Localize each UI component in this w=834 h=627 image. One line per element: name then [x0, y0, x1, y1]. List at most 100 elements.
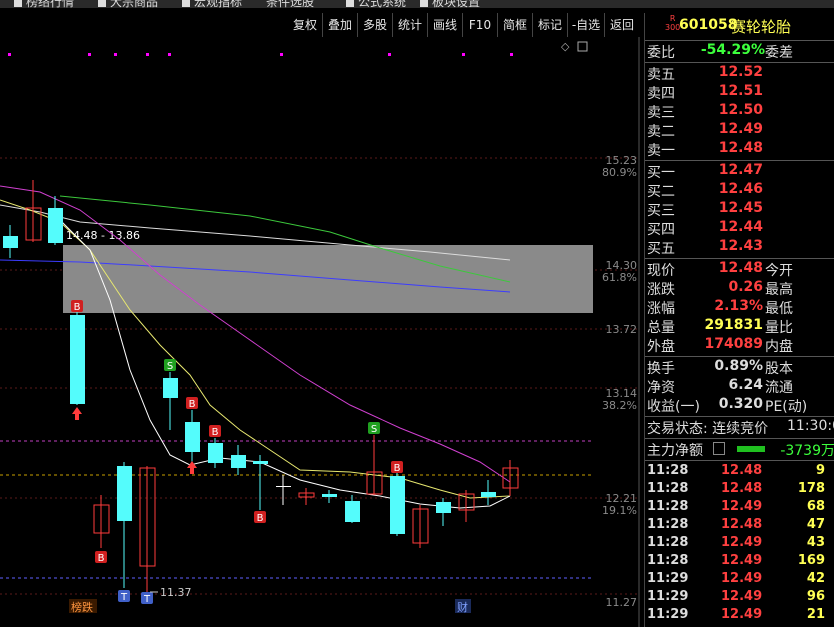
svg-text:S: S: [371, 424, 377, 435]
buy-marker[interactable]: B: [391, 461, 403, 474]
toolbar-button-fuquan[interactable]: 复权: [288, 13, 323, 37]
diamond-icon[interactable]: ◇: [561, 40, 570, 53]
svg-text:B: B: [394, 463, 401, 474]
signal-dot: [280, 53, 283, 56]
candle: [48, 208, 63, 243]
menu-item-1[interactable]: 大宗商品: [98, 0, 158, 8]
menu-item-4[interactable]: 公式系统: [346, 0, 406, 8]
stat-row: 换手 0.89% 股本: [647, 358, 793, 377]
toolbar-button-jiankuang[interactable]: 简框: [498, 13, 533, 37]
svg-text:榜跌: 榜跌: [71, 600, 93, 614]
candle: [276, 486, 291, 487]
bid-row[interactable]: 买四 12.44: [645, 219, 834, 238]
ask-row[interactable]: 卖五 12.52: [645, 64, 834, 83]
tick-row: 11:28 12.49 169: [647, 553, 825, 568]
price-axis-label: 11.27: [606, 596, 638, 609]
divider: [645, 160, 834, 161]
toolbar-button-huaxian[interactable]: 画线: [428, 13, 463, 37]
toolbar-button-fanhui[interactable]: 返回: [605, 13, 639, 37]
menu-item-3[interactable]: 条件选股: [266, 0, 314, 8]
ask-row[interactable]: 卖二 12.49: [645, 121, 834, 140]
candle: [163, 378, 178, 398]
bid-row[interactable]: 买二 12.46: [645, 181, 834, 200]
candle: [3, 236, 18, 248]
divider: [645, 356, 834, 357]
stat-row: 总量 291831 量比: [647, 317, 793, 336]
menu-icon: [98, 0, 106, 7]
net-bar: [737, 446, 765, 452]
tick-row: 11:28 12.48 178: [647, 481, 825, 496]
t-marker[interactable]: T: [118, 590, 130, 603]
quote-header: R 300 601058 赛轮轮胎: [645, 13, 834, 39]
ask-row[interactable]: 卖四 12.51: [645, 83, 834, 102]
ask-row[interactable]: 卖一 12.48: [645, 140, 834, 159]
bid-row[interactable]: 买一 12.47: [645, 162, 834, 181]
maximize-icon[interactable]: [577, 41, 588, 52]
stat-row: 涨幅 2.13% 最低: [647, 298, 793, 317]
svg-text:S: S: [167, 361, 173, 372]
stat-row: 涨跌 0.26 最高: [647, 279, 793, 298]
t-marker[interactable]: T: [141, 592, 153, 605]
signal-dot: [88, 53, 91, 56]
candle: [231, 455, 246, 468]
bid-row[interactable]: 买五 12.43: [645, 238, 834, 257]
svg-text:B: B: [74, 302, 81, 313]
ask-row[interactable]: 卖三 12.50: [645, 102, 834, 121]
signal-dot: [146, 53, 149, 56]
stat-row: 净资 6.24 流通: [647, 377, 793, 396]
zone-range-label: 14.48 - 13.86: [66, 229, 140, 242]
toolbar-button-tongji[interactable]: 统计: [393, 13, 428, 37]
stat-row: 收益(一) 0.320 PE(动): [647, 396, 808, 415]
weibi-row: 委比 -54.29% 委差: [647, 42, 793, 61]
sell-marker[interactable]: S: [368, 422, 380, 435]
chart-toolbar: 复权 叠加 多股 统计 画线 F10 简框 标记 -自选 返回: [0, 13, 640, 37]
pct-axis-label: 61.8%: [602, 271, 637, 284]
tick-row: 11:28 12.48 9: [647, 463, 825, 478]
divider: [645, 258, 834, 259]
divider: [645, 438, 834, 439]
toolbar-button-diejia[interactable]: 叠加: [323, 13, 358, 37]
svg-text:B: B: [189, 399, 196, 410]
buy-marker[interactable]: B: [95, 551, 107, 564]
pct-axis-label: 38.2%: [602, 399, 637, 412]
signal-dot: [388, 53, 391, 56]
buy-marker[interactable]: B: [186, 397, 198, 410]
buy-marker[interactable]: B: [254, 511, 266, 524]
tick-row: 11:29 12.49 21: [647, 607, 825, 622]
stock-code: 601058: [679, 17, 738, 33]
buy-marker[interactable]: B: [209, 425, 221, 438]
price-zone: [63, 245, 593, 313]
candle: [481, 492, 496, 497]
stat-row: 现价 12.48 今开: [647, 260, 793, 279]
candle: [185, 422, 200, 452]
signal-dot: [8, 53, 11, 56]
candle: [70, 315, 85, 404]
divider: [645, 40, 834, 41]
tag-bangdie[interactable]: 榜跌: [69, 599, 97, 614]
divider: [645, 416, 834, 417]
tag-cai[interactable]: 财: [455, 599, 471, 614]
tick-row: 11:28 12.49 68: [647, 499, 825, 514]
kline-chart[interactable]: ◇ 14.48 - 13.86 B B B B B B S S T T 11.3…: [0, 37, 640, 627]
sell-marker[interactable]: S: [164, 359, 176, 372]
quote-panel: R 300 601058 赛轮轮胎 委比 -54.29% 委差 卖五 12.52 …: [644, 13, 834, 627]
candle: [322, 494, 337, 497]
toolbar-button-zixuan[interactable]: -自选: [568, 13, 605, 37]
signal-dot: [510, 53, 513, 56]
menu-icon: [14, 0, 22, 7]
bid-row[interactable]: 买三 12.45: [645, 200, 834, 219]
tick-row: 11:29 12.49 42: [647, 571, 825, 586]
toolbar-button-duogu[interactable]: 多股: [358, 13, 393, 37]
menu-icon: [420, 0, 428, 7]
stock-name[interactable]: 赛轮轮胎: [731, 16, 791, 37]
menu-item-2[interactable]: 宏观指标: [182, 0, 242, 8]
menu-item-0[interactable]: 榜络行情: [14, 0, 74, 8]
toolbar-button-f10[interactable]: F10: [463, 13, 498, 37]
toolbar-button-biaoji[interactable]: 标记: [533, 13, 568, 37]
menu-item-5[interactable]: 板块设置: [420, 0, 480, 8]
main-net-row[interactable]: 主力净额 -3739万: [645, 440, 834, 459]
list-icon[interactable]: [713, 442, 725, 455]
svg-text:B: B: [212, 427, 219, 438]
buy-marker[interactable]: B: [71, 300, 83, 313]
up-arrow-icon: [187, 461, 197, 474]
